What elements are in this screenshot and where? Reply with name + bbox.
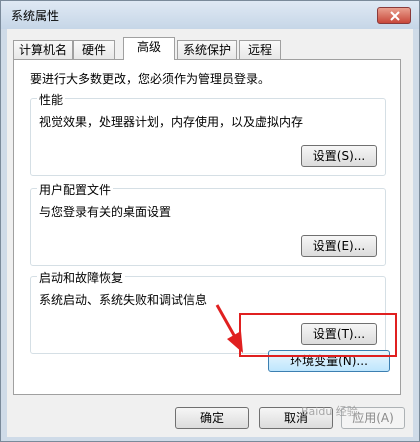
startup-recovery-title: 启动和故障恢复 xyxy=(37,269,126,286)
dialog-client: 计算机名 硬件 高级 系统保护 远程 要进行大多数更改，您必须作为管理员登录。 … xyxy=(7,29,413,437)
user-profiles-settings-button[interactable]: 设置(E)... xyxy=(301,235,377,257)
tab-hardware[interactable]: 硬件 xyxy=(73,40,115,59)
system-properties-window: 系统属性 计算机名 硬件 高级 系统保护 远程 要进行大多数更改，您必须作为管理… xyxy=(0,0,420,442)
startup-recovery-desc: 系统启动、系统失败和调试信息 xyxy=(39,293,208,307)
title-bar[interactable]: 系统属性 xyxy=(1,1,419,29)
tab-remote[interactable]: 远程 xyxy=(239,40,281,59)
user-profiles-group: 用户配置文件 与您登录有关的桌面设置 设置(E)... xyxy=(30,181,386,266)
red-highlight-box xyxy=(239,313,397,357)
tab-advanced[interactable]: 高级 xyxy=(123,37,175,60)
performance-title: 性能 xyxy=(37,91,66,108)
close-button[interactable] xyxy=(377,7,411,24)
tab-computer-name[interactable]: 计算机名 xyxy=(13,40,73,59)
close-icon xyxy=(390,11,400,21)
performance-desc: 视觉效果，处理器计划，内存使用，以及虚拟内存 xyxy=(39,115,304,129)
ok-button[interactable]: 确定 xyxy=(175,407,249,429)
performance-group: 性能 视觉效果，处理器计划，内存使用，以及虚拟内存 设置(S)... xyxy=(30,91,386,176)
performance-settings-button[interactable]: 设置(S)... xyxy=(301,145,377,167)
user-profiles-title: 用户配置文件 xyxy=(37,181,114,198)
baidu-watermark: Baidu 经验 xyxy=(301,405,358,418)
user-profiles-desc: 与您登录有关的桌面设置 xyxy=(39,205,172,219)
window-title: 系统属性 xyxy=(11,9,60,23)
admin-notice: 要进行大多数更改，您必须作为管理员登录。 xyxy=(30,72,271,86)
tab-system-protection[interactable]: 系统保护 xyxy=(177,40,237,59)
